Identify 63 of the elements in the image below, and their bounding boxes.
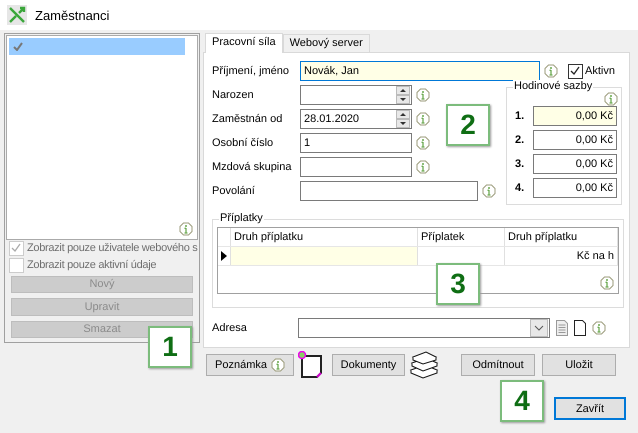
field-label: Osobní číslo xyxy=(212,137,274,149)
field-label: Narozen xyxy=(212,89,255,101)
dialog-button[interactable]: Odmítnout xyxy=(461,354,535,376)
info-icon[interactable] xyxy=(416,88,430,102)
app-icon xyxy=(7,5,27,25)
spinner-icon[interactable] xyxy=(396,86,410,104)
address-dropdown[interactable] xyxy=(298,318,550,338)
date-field[interactable] xyxy=(300,85,412,105)
documents-button[interactable]: Dokumenty xyxy=(332,354,405,376)
rate-index: 2. xyxy=(515,134,524,146)
field-label: Zaměstnán od xyxy=(212,113,284,125)
column-header[interactable]: Druh příplatku xyxy=(505,228,618,246)
rate-index: 1. xyxy=(515,110,524,122)
rate-field[interactable]: 0,00 Kč xyxy=(533,130,617,150)
rate-field[interactable]: 0,00 Kč xyxy=(533,178,617,198)
checkbox[interactable] xyxy=(568,64,583,78)
info-icon[interactable] xyxy=(179,222,193,236)
blank-page-icon[interactable] xyxy=(574,320,586,336)
dialog-button[interactable]: Uložit xyxy=(542,354,616,376)
close-button[interactable]: Zavřít xyxy=(554,397,626,420)
checkbox-label: Zobrazit pouze aktivní údaje xyxy=(27,259,156,272)
info-icon[interactable] xyxy=(416,160,430,174)
text-field[interactable]: 1 xyxy=(300,133,412,153)
info-icon[interactable] xyxy=(600,276,614,290)
sticky-note-icon[interactable] xyxy=(298,350,324,378)
field-label: Povolání xyxy=(212,185,256,197)
group-title: Příplatky xyxy=(219,212,264,224)
info-icon[interactable] xyxy=(270,358,285,372)
callout-tooltip: 2 xyxy=(446,104,490,146)
note-button[interactable]: Poznámka xyxy=(206,354,294,376)
field-label: Adresa xyxy=(212,322,248,334)
field-label: Mzdová skupina xyxy=(212,161,292,173)
document-icon[interactable] xyxy=(556,320,568,336)
info-icon[interactable] xyxy=(544,64,558,78)
rate-field[interactable]: 0,00 Kč xyxy=(533,154,617,174)
info-icon[interactable] xyxy=(416,112,430,126)
info-icon[interactable] xyxy=(604,92,618,106)
date-field[interactable]: 28.01.2020 xyxy=(300,109,412,129)
callout-tooltip: 1 xyxy=(148,326,192,368)
info-icon[interactable] xyxy=(592,321,606,335)
rate-field[interactable]: 0,00 Kč xyxy=(533,106,617,126)
chevron-down-icon[interactable] xyxy=(530,319,548,337)
spinner-icon[interactable] xyxy=(396,110,410,128)
column-header[interactable]: Příplatek xyxy=(418,228,505,246)
info-icon[interactable] xyxy=(482,184,496,198)
checkbox-label: Zobrazit pouze uživatele webového s xyxy=(27,242,198,254)
field-label: Příjmení, jméno xyxy=(212,65,290,77)
text-field[interactable] xyxy=(300,157,412,177)
checkbox-label: Aktivn xyxy=(585,65,615,77)
window-title: Zaměstnanci xyxy=(35,8,110,22)
rate-index: 3. xyxy=(515,158,524,170)
column-header[interactable]: Druh příplatku xyxy=(231,228,418,246)
name-field[interactable]: Novák, Jan xyxy=(300,61,540,81)
tab[interactable]: Pracovní síla xyxy=(205,33,283,53)
tab[interactable]: Webový server xyxy=(282,34,370,52)
table-cell: Kč na h xyxy=(505,247,618,265)
books-icon[interactable] xyxy=(409,350,439,378)
group-title: Hodinové sazby xyxy=(513,80,594,92)
info-icon[interactable] xyxy=(416,136,430,150)
callout-tooltip: 3 xyxy=(436,263,480,305)
rate-index: 4. xyxy=(515,182,524,194)
callout-tooltip: 4 xyxy=(500,380,544,422)
text-field[interactable] xyxy=(300,181,478,201)
